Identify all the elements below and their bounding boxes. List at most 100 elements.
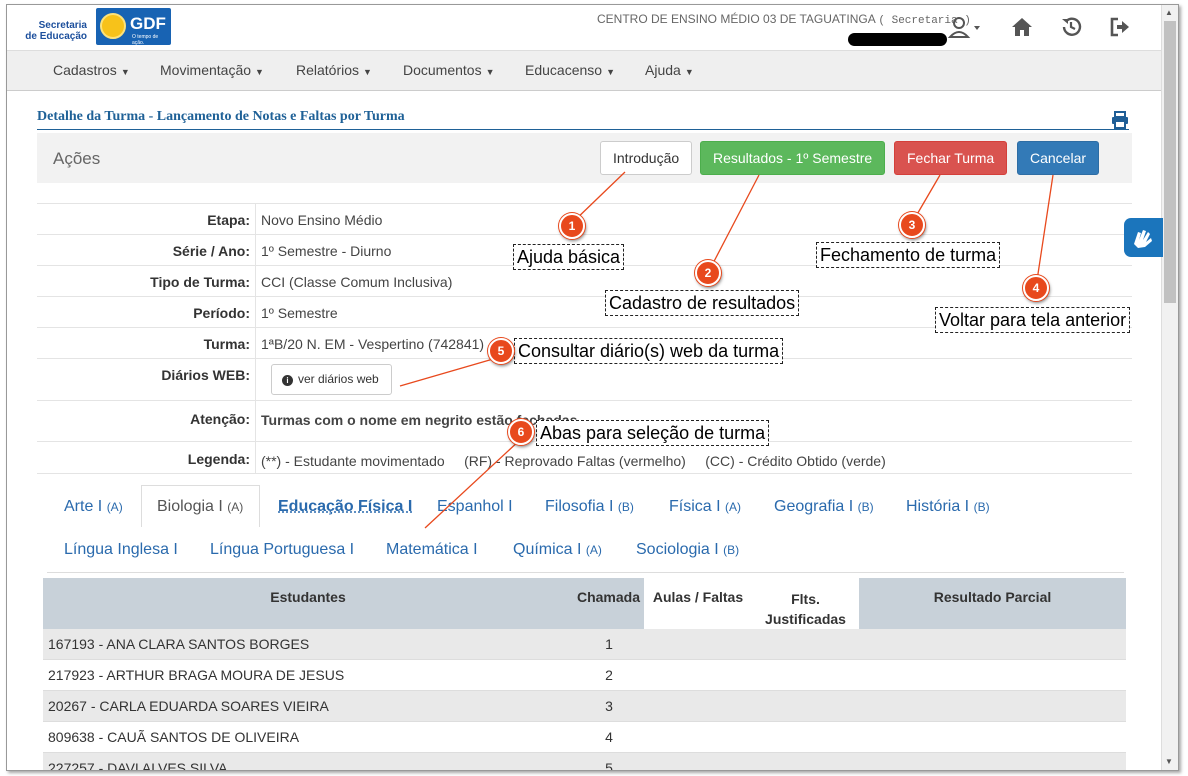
tab-quimica[interactable]: Química I (A) (513, 541, 602, 559)
student-name: 167193 - ANA CLARA SANTOS BORGES (48, 636, 310, 652)
tab-tag: (A) (227, 500, 244, 514)
col-resultado: Resultado Parcial (933, 589, 1052, 605)
tab-label: Educação Física I (278, 498, 413, 515)
legenda-value: (**) - Estudante movimentado (RF) - Repr… (261, 453, 886, 469)
menu-label: Cadastros (53, 62, 117, 78)
tab-tag: (B) (723, 543, 740, 557)
scroll-up-icon[interactable]: ▲ (1165, 8, 1173, 17)
tab-tag: (A) (725, 500, 742, 514)
close-class-button[interactable]: Fechar Turma (894, 141, 1008, 175)
results-button[interactable]: Resultados - 1º Semestre (700, 141, 886, 175)
sun-icon (100, 13, 126, 39)
menu-relatorios[interactable]: Relatórios ▼ (296, 62, 372, 78)
sign-language-icon (1134, 230, 1152, 248)
tab-lingua-inglesa[interactable]: Língua Inglesa I (64, 541, 178, 559)
title-divider (37, 129, 1129, 130)
scroll-down-icon[interactable]: ▼ (1165, 757, 1173, 766)
tab-historia[interactable]: História I (B) (906, 498, 990, 516)
table-row[interactable]: 167193 - ANA CLARA SANTOS BORGES 1 (43, 629, 1126, 660)
tab-tag: (A) (585, 543, 602, 557)
student-name: 20267 - CARLA EDUARDA SOARES VIEIRA (48, 698, 329, 714)
gdf-logo[interactable]: GDF O tempo de ação. (96, 8, 171, 46)
periodo-value: 1º Semestre (261, 305, 338, 321)
school-label: CENTRO DE ENSINO MÉDIO 03 DE TAGUATINGA (597, 12, 876, 26)
intro-button[interactable]: Introdução (600, 141, 693, 175)
callout-diarios-web: Consultar diário(s) web da turma (514, 338, 784, 364)
tab-geografia[interactable]: Geografia I (B) (774, 498, 874, 516)
redacted-username (848, 33, 947, 46)
accessibility-button[interactable] (1124, 218, 1163, 257)
callout-voltar: Voltar para tela anterior (935, 307, 1131, 333)
tab-arte[interactable]: Arte I (A) (64, 498, 123, 516)
student-name: 227257 - DAVI ALVES SILVA (48, 760, 228, 771)
home-icon[interactable] (1010, 15, 1034, 39)
callout-ajuda-basica: Ajuda básica (513, 244, 625, 270)
tab-label: Química I (513, 541, 582, 558)
col-chamada: Chamada (576, 589, 641, 605)
vertical-scrollbar[interactable]: ▲ ▼ (1161, 5, 1178, 770)
menu-label: Educacenso (525, 62, 603, 78)
table-row[interactable]: 217923 - ARTHUR BRAGA MOURA DE JESUS 2 (43, 660, 1126, 691)
tab-label: Arte I (64, 498, 103, 515)
menu-cadastros[interactable]: Cadastros ▼ (53, 62, 130, 78)
table-row[interactable]: 20267 - CARLA EDUARDA SOARES VIEIRA 3 (43, 691, 1126, 722)
table-row[interactable]: 227257 - DAVI ALVES SILVA 5 (43, 753, 1126, 771)
caret-down-icon: ▼ (120, 67, 130, 77)
tab-filosofia[interactable]: Filosofia I (B) (545, 498, 634, 516)
info-row-diarios: Diários WEB: (37, 358, 1132, 400)
info-circle-icon: i (282, 375, 293, 386)
tab-label: História I (906, 498, 970, 515)
view-diaries-button[interactable]: i ver diários web (271, 364, 392, 395)
tab-label: Biologia I (157, 498, 223, 515)
menu-movimentacao[interactable]: Movimentação ▼ (160, 62, 264, 78)
callout-marker-3: 3 (899, 212, 925, 238)
diarios-label: Diários WEB: (161, 367, 250, 383)
tab-fisica[interactable]: Física I (A) (669, 498, 741, 516)
tab-label: Sociologia I (636, 541, 719, 558)
tab-tag: (B) (617, 500, 634, 514)
menu-educacenso[interactable]: Educacenso ▼ (525, 62, 615, 78)
caret-down-icon: ▼ (485, 67, 495, 77)
tab-sociologia[interactable]: Sociologia I (B) (636, 541, 739, 559)
tab-label: Matemática I (386, 541, 478, 558)
table-row[interactable]: 809638 - CAUÃ SANTOS DE OLIVEIRA 4 (43, 722, 1126, 753)
menu-ajuda[interactable]: Ajuda ▼ (645, 62, 694, 78)
logout-icon[interactable] (1108, 15, 1132, 39)
callout-marker-5: 5 (488, 338, 514, 364)
cancel-button[interactable]: Cancelar (1017, 141, 1100, 175)
etapa-label: Etapa: (207, 212, 250, 228)
tipo-label: Tipo de Turma: (150, 274, 250, 290)
secretaria-logo[interactable]: Secretaria de Educação (23, 20, 87, 42)
scroll-thumb[interactable] (1164, 21, 1176, 303)
student-number: 1 (605, 636, 613, 652)
callout-fechamento-turma: Fechamento de turma (816, 242, 1001, 268)
student-number: 4 (605, 729, 613, 745)
col-faltas-line2: Justificadas (765, 611, 846, 627)
tab-espanhol[interactable]: Espanhol I (437, 498, 513, 516)
periodo-label: Período: (193, 305, 250, 321)
history-icon[interactable] (1059, 15, 1083, 39)
tab-label: Física I (669, 498, 721, 515)
callout-marker-1: 1 (559, 213, 585, 239)
print-icon[interactable] (1111, 111, 1129, 129)
tab-biologia[interactable]: Biologia I (A) (157, 498, 243, 516)
table-header: Estudantes Chamada Aulas / Faltas Flts. J… (43, 578, 1126, 629)
caret-down-icon: ▼ (255, 67, 264, 77)
user-menu-icon[interactable] (947, 15, 981, 39)
tab-educacao-fisica[interactable]: Educação Física I (278, 498, 412, 516)
callout-marker-6: 6 (508, 419, 534, 445)
view-diaries-label: ver diários web (298, 372, 379, 386)
menu-documentos[interactable]: Documentos ▼ (403, 62, 495, 78)
tab-lingua-portuguesa[interactable]: Língua Portuguesa I (210, 541, 354, 559)
logo-sec-line2: de Educação (25, 31, 87, 42)
caret-down-icon: ▼ (363, 67, 372, 77)
callout-marker-4: 4 (1023, 275, 1049, 301)
atencao-label: Atenção: (190, 411, 250, 427)
col-aulas-faltas: Aulas / Faltas (652, 589, 744, 605)
student-number: 5 (605, 760, 613, 771)
gdf-logo-text: GDF (130, 14, 166, 33)
student-number: 3 (605, 698, 613, 714)
menu-label: Documentos (403, 62, 482, 78)
tab-matematica[interactable]: Matemática I (386, 541, 478, 559)
gdf-logo-subtitle: O tempo de ação. (132, 34, 159, 46)
